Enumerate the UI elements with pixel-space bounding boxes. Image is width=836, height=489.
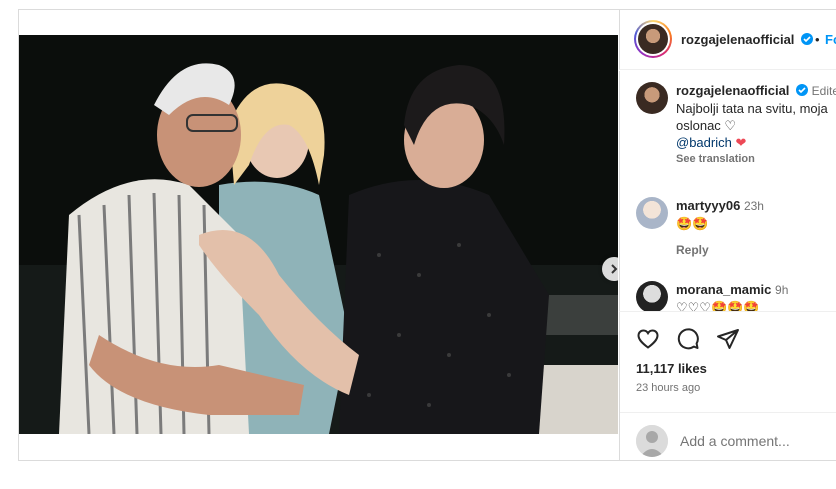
comment-icon[interactable] [676,327,700,351]
share-icon[interactable] [716,327,740,351]
post-sidebar: rozgajelenaofficial • Fo rozgajelenaoffi… [619,9,836,461]
caption-mention[interactable]: @badrich [676,135,732,150]
post-time[interactable]: 23 hours ago [636,382,700,394]
comment-username[interactable]: morana_mamic [676,282,771,297]
verified-icon [796,84,809,96]
see-translation-link[interactable]: See translation [676,151,836,168]
comment-avatar[interactable] [636,281,668,311]
caption-username[interactable]: rozgajelenaofficial [676,83,789,98]
header-separator: • [815,32,820,47]
comment-avatar[interactable] [636,197,668,229]
comment-time: 9h [775,283,789,297]
reply-button[interactable]: Reply [676,242,836,259]
likes-count[interactable]: 11,117 likes [636,361,707,376]
author-avatar[interactable] [634,20,672,58]
verified-icon [801,33,814,45]
caption-body: rozgajelenaofficial Edite Najbolji tata … [676,82,836,168]
comment-time: 23h [743,199,764,213]
comment-body: martyyy06 23h 🤩🤩 Reply [676,197,836,259]
caption-avatar[interactable] [636,82,668,114]
user-avatar [636,425,668,457]
follow-button[interactable]: Fo [825,32,836,47]
comment-text: 🤩🤩 [676,216,709,231]
post-media[interactable] [19,35,618,434]
comments-list[interactable]: rozgajelenaofficial Edite Najbolji tata … [619,71,836,311]
edited-label: Edite [811,84,836,98]
post-photo [19,35,618,434]
comment-username[interactable]: martyyy06 [676,198,740,213]
like-icon[interactable] [636,327,660,351]
comment-body: morana_mamic 9h ♡♡♡🤩🤩🤩 [676,281,836,311]
caption-text-line2: oslonac ♡ [676,118,737,133]
post-actions: 11,117 likes 23 hours ago [619,311,836,461]
comment-text: ♡♡♡🤩🤩🤩 [676,300,760,311]
author-username[interactable]: rozgajelenaofficial [681,32,814,47]
add-comment-input[interactable] [680,433,830,449]
post-header: rozgajelenaofficial • Fo [619,9,836,70]
caption-text-line1: Najbolji tata na svitu, moja [676,101,828,116]
default-avatar-icon [636,425,668,457]
add-comment-bar [620,412,836,462]
next-icon [611,264,618,274]
heart-emoji: ❤ [735,135,747,150]
